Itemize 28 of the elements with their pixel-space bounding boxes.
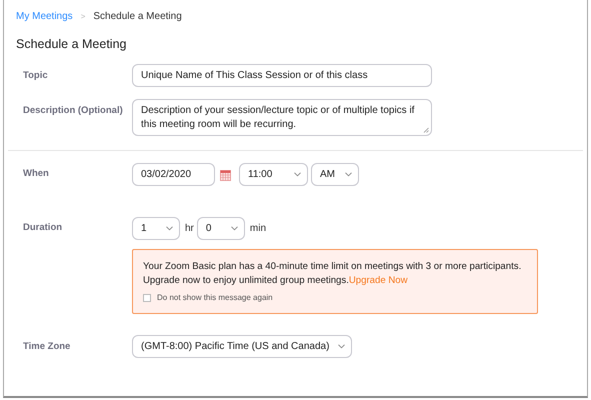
minutes-select[interactable]: 0 — [196, 217, 245, 240]
hours-select[interactable]: 1 — [132, 217, 180, 240]
calendar-icon[interactable] — [220, 170, 231, 181]
time-select[interactable]: 11:00 — [239, 163, 308, 186]
alert-message: Your Zoom Basic plan has a 40-minute time limit on meetings with 3 or more participants. Upgrade now to enjoy unlimited group meetings.Upgrade Now — [143, 260, 522, 288]
description-field[interactable]: Description of your session/lecture topic or of multiple topics if this meeting room will be recurring. — [132, 99, 432, 136]
checkbox[interactable] — [143, 294, 151, 302]
unit-label: hr — [185, 223, 194, 234]
unit-label: min — [250, 223, 266, 234]
caret-icon — [166, 226, 173, 231]
field-label: Topic — [22, 70, 49, 80]
ampm-select[interactable]: AM — [311, 163, 359, 186]
field-label: When — [22, 167, 50, 179]
time-zone-select[interactable]: (GMT-8:00) Pacific Time (US and Canada) — [132, 335, 352, 358]
field-label: Time Zone — [22, 340, 72, 352]
field-label: Description (Optional) — [22, 104, 124, 116]
field-label: Duration — [22, 221, 64, 233]
caret-icon — [338, 344, 345, 349]
checkbox-label: Do not show this message again — [157, 292, 273, 304]
breadcrumb-separator: > — [80, 12, 86, 21]
caret-icon — [294, 172, 301, 177]
caret-icon — [345, 172, 352, 177]
page-title: Schedule a Meeting — [15, 36, 128, 53]
breadcrumb-current: Schedule a Meeting — [93, 11, 182, 22]
caret-icon — [230, 226, 238, 231]
resize-grip-icon[interactable] — [423, 127, 429, 133]
topic-field[interactable]: Unique Name of This Class Session or of this class — [132, 64, 432, 86]
date-field[interactable]: 03/02/2020 — [132, 163, 215, 186]
